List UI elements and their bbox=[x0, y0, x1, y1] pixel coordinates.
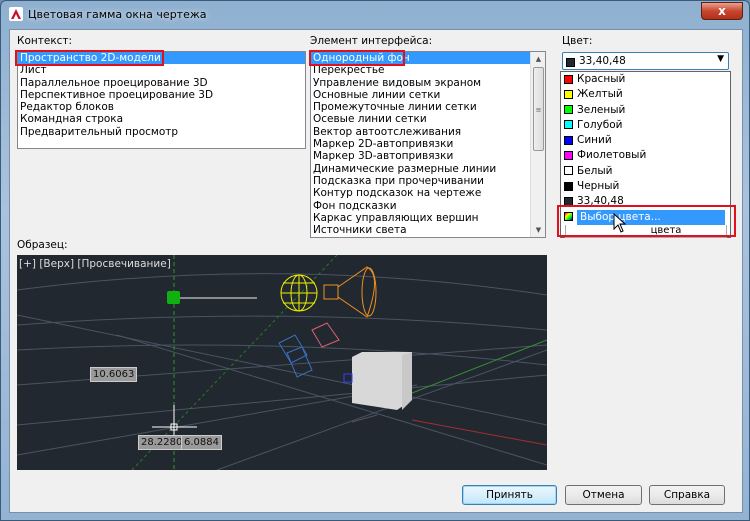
list-item[interactable]: Параллельное проецирование 3D bbox=[18, 77, 305, 89]
list-item[interactable]: Вектор автоотслеживания bbox=[311, 126, 545, 138]
color-option-yellow[interactable]: Желтый bbox=[561, 87, 730, 102]
green-axis bbox=[406, 339, 547, 396]
list-item[interactable]: Лист bbox=[18, 64, 305, 76]
list-item[interactable]: Маркер 2D-автопривязки bbox=[311, 138, 545, 150]
color-option-cyan[interactable]: Голубой bbox=[561, 118, 730, 133]
highlight-box bbox=[557, 205, 736, 237]
list-item[interactable]: Каркас управляющих вершин bbox=[311, 212, 545, 224]
color-label: Цвет: bbox=[562, 35, 593, 47]
list-item[interactable]: Промежуточные линии сетки bbox=[311, 101, 545, 113]
mouse-cursor-icon bbox=[613, 213, 627, 233]
camera-icon-red bbox=[311, 322, 340, 348]
scroll-up-arrow-icon[interactable]: ▲ bbox=[531, 52, 545, 66]
list-item[interactable]: Предварительный просмотр bbox=[18, 126, 305, 138]
color-option-blue[interactable]: Синий bbox=[561, 133, 730, 148]
interface-element-label: Элемент интерфейса: bbox=[310, 35, 433, 47]
dialog-window: Цветовая гамма окна чертежа x Контекст: … bbox=[0, 0, 750, 521]
list-item[interactable]: Редактор блоков bbox=[18, 101, 305, 113]
title-bar[interactable]: Цветовая гамма окна чертежа x bbox=[1, 1, 750, 29]
close-button[interactable]: x bbox=[701, 2, 743, 20]
list-item[interactable]: Контур подсказок на чертеже bbox=[311, 187, 545, 199]
list-item[interactable]: Осевые линии сетки bbox=[311, 113, 545, 125]
color-option-white[interactable]: Белый bbox=[561, 164, 730, 179]
list-item[interactable]: Маркер 3D-автопривязки bbox=[311, 150, 545, 162]
cancel-button[interactable]: Отмена bbox=[565, 485, 642, 505]
interface-element-list[interactable]: Однородный фон Перекрестье Управление ви… bbox=[310, 51, 546, 238]
vertical-scrollbar[interactable]: ▲ ≡ ▼ bbox=[530, 52, 545, 237]
color-option-black[interactable]: Черный bbox=[561, 179, 730, 194]
help-button[interactable]: Справка bbox=[649, 485, 725, 505]
list-item[interactable]: Источники света bbox=[311, 224, 545, 236]
dialog-body: Контекст: Пространство 2D-модели Лист Па… bbox=[9, 29, 743, 513]
accept-button[interactable]: Принять bbox=[462, 485, 557, 505]
list-item[interactable]: Динамические размерные линии bbox=[311, 163, 545, 175]
coordinate-y-tooltip: 6.0884 bbox=[181, 435, 222, 450]
list-item[interactable]: Фон подсказки bbox=[311, 200, 545, 212]
coordinate-x-tooltip: 28.2280 bbox=[138, 435, 186, 450]
color-option-magenta[interactable]: Фиолетовый bbox=[561, 148, 730, 163]
color-value: 33,40,48 bbox=[579, 55, 626, 67]
highlight-box bbox=[15, 50, 164, 66]
red-axis bbox=[411, 419, 547, 446]
autocad-logo-icon bbox=[9, 7, 23, 21]
blue-grip bbox=[343, 373, 353, 383]
list-item[interactable]: Перспективное проецирование 3D bbox=[18, 89, 305, 101]
window-title: Цветовая гамма окна чертежа bbox=[28, 8, 207, 21]
chevron-down-icon[interactable]: ▼ bbox=[717, 54, 724, 64]
color-swatch bbox=[566, 58, 575, 67]
context-label: Контекст: bbox=[17, 35, 73, 47]
scroll-down-arrow-icon[interactable]: ▼ bbox=[531, 223, 545, 237]
dimension-tooltip: 10.6063 bbox=[90, 367, 138, 382]
preview-label: Образец: bbox=[17, 239, 68, 251]
point-light-icon bbox=[280, 274, 318, 312]
list-item[interactable]: Подсказка при прочерчивании bbox=[311, 175, 545, 187]
viewport-controls-label[interactable]: [+] [Верх] [Просвечивание] bbox=[19, 258, 171, 270]
list-item[interactable]: Основные линии сетки bbox=[311, 89, 545, 101]
list-item[interactable]: Командная строка bbox=[18, 113, 305, 125]
scroll-thumb[interactable]: ≡ bbox=[533, 67, 544, 151]
color-option-green[interactable]: Зеленый bbox=[561, 103, 730, 118]
color-option-red[interactable]: Красный bbox=[561, 72, 730, 87]
preview-scene bbox=[17, 255, 547, 470]
list-item[interactable]: Управление видовым экраном bbox=[311, 77, 545, 89]
preview-viewport: [+] [Верх] [Просвечивание] 10.6063 28.22… bbox=[17, 255, 547, 470]
list-item[interactable]: Перекрестье bbox=[311, 64, 545, 76]
green-grip bbox=[167, 291, 180, 304]
highlight-box bbox=[309, 50, 405, 66]
color-select[interactable]: 33,40,48 ▼ bbox=[562, 52, 729, 70]
